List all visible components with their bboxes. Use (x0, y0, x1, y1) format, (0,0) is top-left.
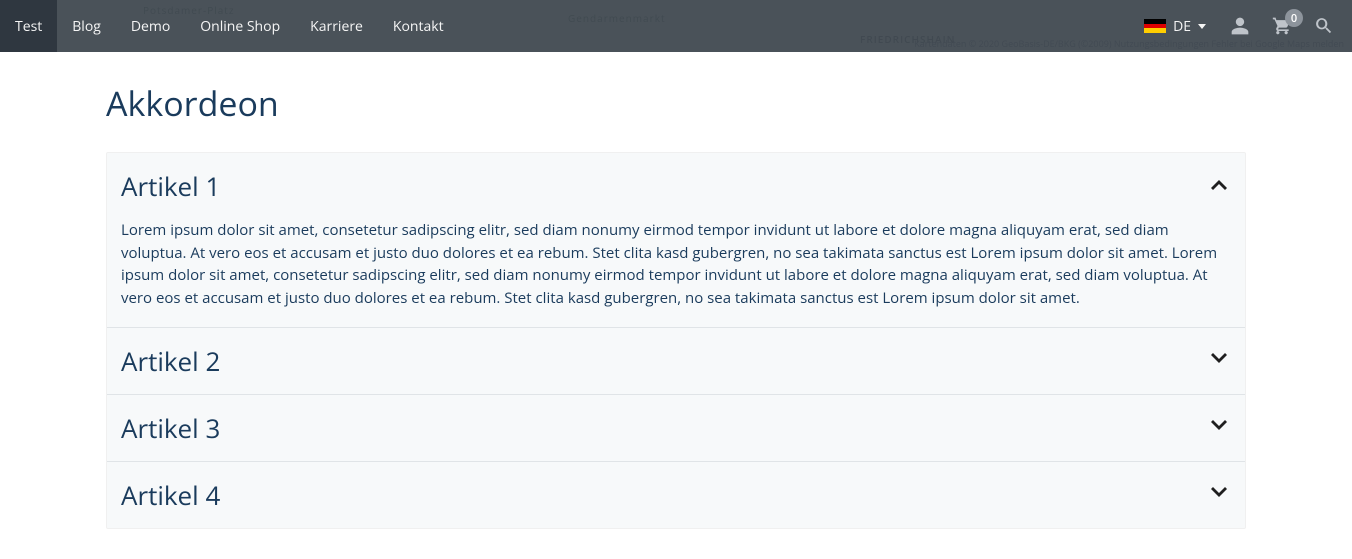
accordion-body: Lorem ipsum dolor sit amet, consetetur s… (107, 219, 1245, 327)
accordion-header[interactable]: Artikel 3 (107, 395, 1245, 461)
accordion-title: Artikel 3 (121, 410, 220, 446)
nav-item-kontakt[interactable]: Kontakt (378, 0, 459, 52)
chevron-down-icon (1207, 347, 1231, 376)
accordion-header[interactable]: Artikel 2 (107, 328, 1245, 394)
nav-item-label: Blog (72, 17, 101, 36)
accordion: Artikel 1 Lorem ipsum dolor sit amet, co… (106, 152, 1246, 529)
nav-item-label: Karriere (310, 17, 363, 36)
chevron-down-icon (1207, 414, 1231, 443)
nav-item-blog[interactable]: Blog (57, 0, 116, 52)
nav-item-label: Test (15, 17, 42, 36)
nav-item-label: Kontakt (393, 17, 444, 36)
accordion-item-3: Artikel 3 (107, 394, 1245, 461)
accordion-title: Artikel 2 (121, 343, 220, 379)
flag-de-icon (1144, 19, 1166, 33)
accordion-header[interactable]: Artikel 4 (107, 462, 1245, 528)
search-icon (1314, 16, 1334, 36)
language-picker[interactable]: DE (1138, 17, 1212, 36)
account-button[interactable] (1226, 16, 1254, 36)
caret-down-icon (1198, 24, 1206, 29)
nav-item-online-shop[interactable]: Online Shop (185, 0, 295, 52)
nav-item-karriere[interactable]: Karriere (295, 0, 378, 52)
nav-item-demo[interactable]: Demo (116, 0, 185, 52)
user-icon (1230, 16, 1250, 36)
cart-count-badge: 0 (1285, 9, 1303, 27)
nav-left: Test Blog Demo Online Shop Karriere Kont… (0, 0, 459, 52)
nav-item-test[interactable]: Test (0, 0, 57, 52)
accordion-title: Artikel 1 (121, 168, 220, 204)
accordion-item-1: Artikel 1 Lorem ipsum dolor sit amet, co… (107, 153, 1245, 327)
language-label: DE (1173, 17, 1191, 36)
chevron-up-icon (1207, 172, 1231, 201)
accordion-item-4: Artikel 4 (107, 461, 1245, 528)
chevron-down-icon (1207, 481, 1231, 510)
section-title: Akkordeon (106, 80, 1246, 126)
nav-right: DE 0 (1138, 16, 1338, 36)
main-content: Akkordeon Artikel 1 Lorem ipsum dolor si… (96, 80, 1256, 529)
nav-item-label: Demo (131, 17, 170, 36)
top-nav: Test Blog Demo Online Shop Karriere Kont… (0, 0, 1352, 52)
accordion-header[interactable]: Artikel 1 (107, 153, 1245, 219)
nav-item-label: Online Shop (200, 17, 280, 36)
accordion-item-2: Artikel 2 (107, 327, 1245, 394)
cart-button[interactable]: 0 (1268, 16, 1296, 36)
accordion-title: Artikel 4 (121, 477, 220, 513)
search-button[interactable] (1310, 16, 1338, 36)
